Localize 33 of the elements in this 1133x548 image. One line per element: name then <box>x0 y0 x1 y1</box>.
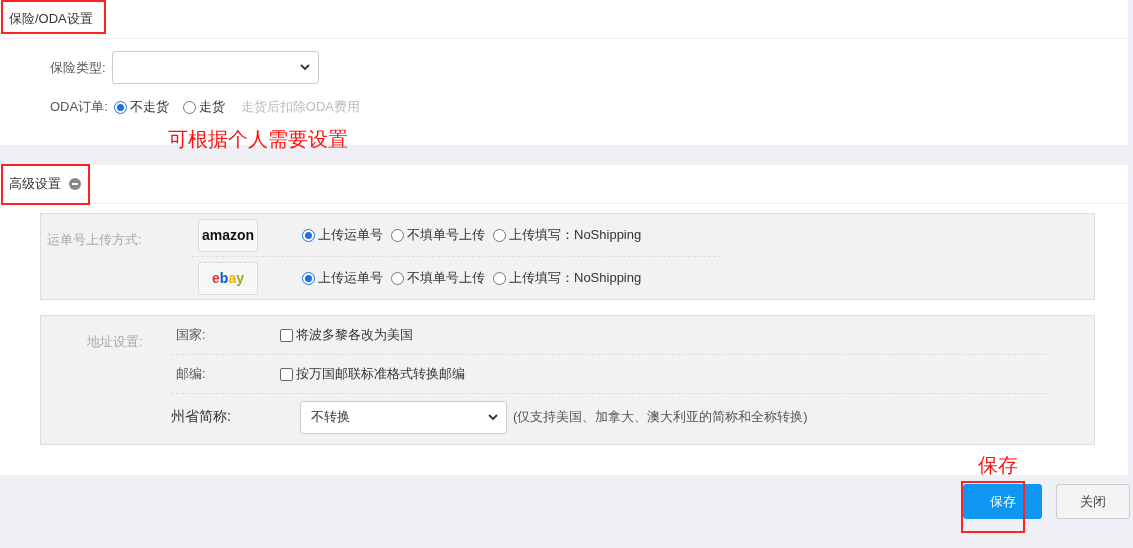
radio-option[interactable]: 上传填写：NoShipping <box>493 226 642 244</box>
checkbox-option[interactable]: 将波多黎各改为美国 <box>280 326 413 344</box>
field-label: 国家: <box>175 326 207 344</box>
section-title: 保险/ODA设置 <box>9 10 93 28</box>
radio-option[interactable]: 不填单号上传 <box>391 226 485 244</box>
close-button[interactable]: 关闭 <box>1056 484 1130 519</box>
hint-text: 走货后扣除ODA费用 <box>240 98 360 116</box>
province-select[interactable]: 不转换 <box>300 400 507 434</box>
radio-option[interactable]: 上传运单号 <box>302 226 383 244</box>
section-title: 高级设置 <box>9 175 61 193</box>
platform-logo: amazon <box>198 218 258 252</box>
checkbox-option[interactable]: 按万国邮联标准格式转换邮编 <box>280 365 465 383</box>
caret-icon <box>299 64 310 71</box>
note-text: (仅支持美国、加拿大、澳大利亚的简称和全称转换) <box>513 408 808 426</box>
annotation-text: 保存 <box>978 453 1018 478</box>
field-label: 保险类型: <box>50 58 106 77</box>
radio-option[interactable]: 上传填写：NoShipping <box>493 269 642 287</box>
radio-option[interactable]: 不走货 <box>113 98 169 116</box>
field-label: 邮编: <box>175 365 207 383</box>
collapse-icon[interactable] <box>69 178 81 190</box>
radio-option[interactable]: 上传运单号 <box>302 269 383 287</box>
field-label: ODA订单: <box>50 98 108 116</box>
group-label: 运单号上传方式: <box>47 232 142 247</box>
highlight-frame <box>961 481 1025 533</box>
radio-option[interactable]: 走货 <box>182 98 225 116</box>
checkbox[interactable] <box>280 367 293 381</box>
checkbox[interactable] <box>280 328 293 342</box>
platform-logo: ebay <box>198 261 258 295</box>
group-label: 地址设置: <box>87 334 143 349</box>
annotation-text: 可根据个人需要设置 <box>168 127 348 152</box>
field-label: 州省简称: <box>171 408 232 426</box>
radio-option[interactable]: 不填单号上传 <box>391 269 485 287</box>
caret-icon <box>488 413 498 421</box>
